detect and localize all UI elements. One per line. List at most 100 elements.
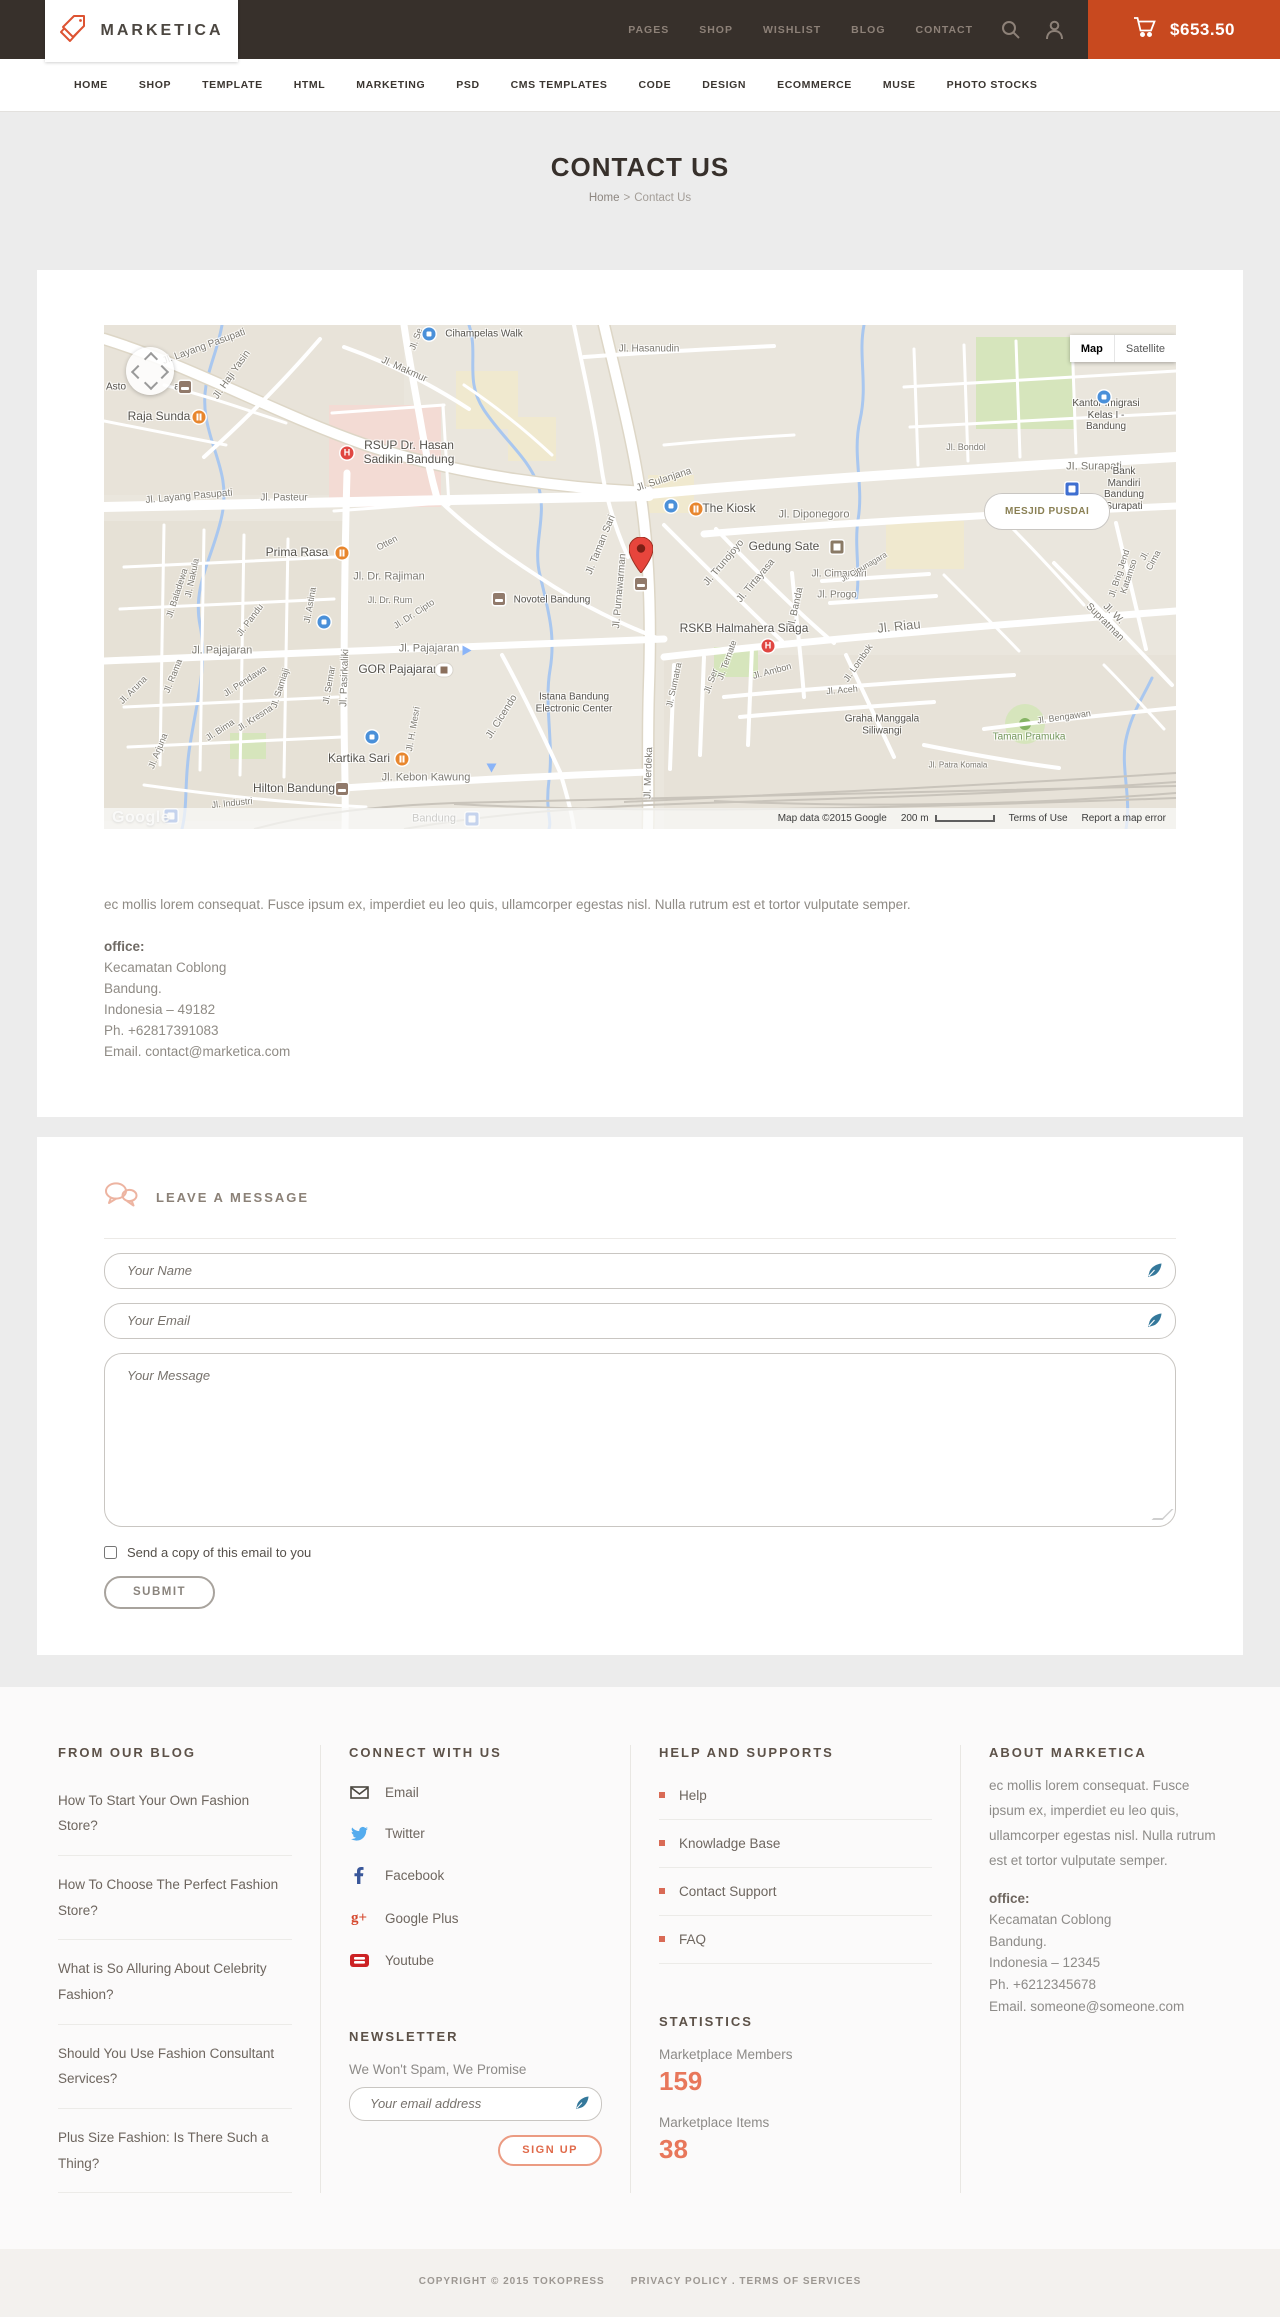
top-nav: PAGES SHOP WISHLIST BLOG CONTACT (628, 24, 973, 36)
restaurant-poi-icon (689, 502, 703, 516)
email-field (104, 1302, 1176, 1339)
map-label: RSKB Halmahera Siaga (679, 621, 809, 636)
cart-button[interactable]: $653.50 (1088, 0, 1280, 59)
office-block: office: Kecamatan Coblong Bandung. Indones… (104, 937, 1176, 1063)
message-field (104, 1352, 1176, 1527)
social-link-email[interactable]: Email (349, 1772, 602, 1813)
pan-up-icon[interactable] (143, 351, 159, 367)
main-menu-item[interactable]: TEMPLATE (202, 79, 263, 91)
newsletter-email-input[interactable] (368, 2095, 563, 2113)
user-icon[interactable] (1045, 20, 1064, 40)
map-scale: 200 m (901, 813, 995, 824)
email-input[interactable] (125, 1312, 1133, 1330)
map-type-control: Map Satellite (1069, 335, 1176, 362)
main-menu-item[interactable]: MARKETING (356, 79, 425, 91)
brand-tag-icon (59, 13, 90, 50)
map-label: Jl. Hasanudin (618, 343, 680, 355)
logo[interactable]: MARKETICA (45, 0, 238, 62)
office-line: Ph. +6212345678 (989, 1977, 1096, 1993)
main-menu-item[interactable]: MUSE (883, 79, 916, 91)
help-list: Help Knowladge Base Contact Support FAQ (659, 1772, 932, 1964)
top-nav-item[interactable]: SHOP (699, 24, 733, 36)
hotel-poi-icon (635, 578, 647, 590)
map-label: Jl. Pajajaran (398, 642, 460, 655)
building-poi-icon (830, 540, 844, 554)
facebook-icon (349, 1866, 369, 1884)
pan-left-icon[interactable] (130, 364, 146, 380)
pan-down-icon[interactable] (143, 375, 159, 391)
blog-post-link[interactable]: What is So Alluring About Celebrity Fash… (58, 1940, 292, 2025)
top-nav-item[interactable]: BLOG (851, 24, 885, 36)
office-line: Email. contact@marketica.com (104, 1043, 291, 1059)
map-pan-control[interactable] (126, 347, 174, 395)
main-menu-item[interactable]: CODE (638, 79, 671, 91)
send-copy-checkbox[interactable] (104, 1545, 117, 1559)
blog-post-link[interactable]: Should You Use Fashion Consultant Servic… (58, 2025, 292, 2109)
help-link[interactable]: Contact Support (659, 1868, 932, 1916)
map-type-map-button[interactable]: Map (1069, 335, 1115, 362)
footer-help-column: HELP AND SUPPORTS Help Knowladge Base Cont… (630, 1744, 960, 2194)
message-input[interactable] (125, 1365, 1159, 1518)
main-menu-item[interactable]: HTML (294, 79, 326, 91)
page-title: CONTACT US (550, 152, 730, 182)
blog-post-link[interactable]: How To Choose The Perfect Fashion Store? (58, 1856, 292, 1941)
help-link[interactable]: Help (659, 1772, 932, 1820)
pen-icon (575, 2096, 589, 2115)
menu-expand-icon[interactable] (1197, 79, 1208, 97)
map-terms-link[interactable]: Terms of Use (1009, 813, 1068, 824)
pen-icon (1147, 1263, 1162, 1283)
bullet-icon (659, 1792, 665, 1799)
blog-post-link[interactable]: Plus Size Fashion: Is There Such a Thing… (58, 2109, 292, 2194)
restaurant-poi-icon (192, 410, 206, 424)
main-menu-item[interactable]: HOME (74, 79, 108, 91)
breadcrumb-home-link[interactable]: Home (589, 192, 620, 204)
map-label: Raja Sunda (127, 409, 191, 424)
cart-total: $653.50 (1170, 19, 1235, 39)
social-link-label: Twitter (385, 1825, 425, 1841)
map-attribution-bar: Map data ©2015 Google 200 m Terms of Use… (104, 808, 1176, 829)
main-menu-item[interactable]: SHOP (139, 79, 171, 91)
email-icon (349, 1785, 369, 1799)
help-link[interactable]: Knowladge Base (659, 1820, 932, 1868)
social-link-facebook[interactable]: Facebook (349, 1854, 602, 1897)
map-scale-text: 200 m (900, 813, 929, 824)
help-link[interactable]: FAQ (659, 1916, 932, 1964)
blog-post-link[interactable]: How To Start Your Own Fashion Store? (58, 1772, 292, 1857)
name-input[interactable] (125, 1262, 1133, 1280)
submit-button[interactable]: SUBMIT (104, 1575, 216, 1609)
social-link-youtube[interactable]: Youtube (349, 1940, 602, 1981)
main-menu-item[interactable]: ECOMMERCE (777, 79, 852, 91)
search-icon[interactable] (1001, 20, 1021, 40)
map-label: The Kiosk (702, 501, 756, 516)
map-report-link[interactable]: Report a map error (1082, 813, 1166, 824)
footer-about-heading: ABOUT MARKETICA (989, 1744, 1147, 1760)
contact-intro-text: ec mollis lorem consequat. Fusce ipsum e… (104, 897, 911, 912)
social-link-label: Google Plus (385, 1910, 459, 1926)
top-nav-item[interactable]: CONTACT (916, 24, 974, 36)
help-link-label: Help (679, 1787, 707, 1803)
cart-icon (1133, 16, 1157, 43)
signup-button[interactable]: SIGN UP (498, 2134, 602, 2166)
form-header: LEAVE A MESSAGE (104, 1182, 1176, 1239)
arrow-poi-icon (461, 644, 474, 657)
main-menu-item[interactable]: CMS TEMPLATES (511, 79, 608, 91)
social-link-google-plus[interactable]: g+ Google Plus (349, 1897, 602, 1940)
main-menu-item[interactable]: PSD (456, 79, 479, 91)
bullet-icon (659, 1936, 665, 1943)
top-header: MARKETICA PAGES SHOP WISHLIST BLOG CONTACT $… (0, 0, 1280, 62)
map-label: MESJID PUSDAI (984, 493, 1111, 530)
office-line: Indonesia – 12345 (989, 1955, 1101, 1971)
main-menu-item[interactable]: PHOTO STOCKS (947, 79, 1038, 91)
top-nav-item[interactable]: WISHLIST (763, 24, 821, 36)
top-nav-item[interactable]: PAGES (628, 24, 669, 36)
map-type-satellite-button[interactable]: Satellite (1114, 335, 1176, 362)
google-map[interactable]: Jl. Layang Pasupati Jl. Haji Yasin Jl. Mak… (104, 325, 1176, 829)
pan-right-icon[interactable] (154, 364, 170, 380)
social-link-twitter[interactable]: Twitter (349, 1813, 602, 1854)
about-office-lines: Kecamatan Coblong Bandung. Indonesia – 123… (989, 1909, 1222, 2017)
map-attribution: Map data ©2015 Google (777, 813, 887, 824)
map-marker-pin[interactable] (628, 536, 654, 578)
map-label: Jl. Diponegoro (778, 508, 850, 521)
main-menu-item[interactable]: DESIGN (702, 79, 746, 91)
footer-legal-links[interactable]: PRIVACY POLICY . TERMS OF SERVICES (631, 2276, 862, 2287)
